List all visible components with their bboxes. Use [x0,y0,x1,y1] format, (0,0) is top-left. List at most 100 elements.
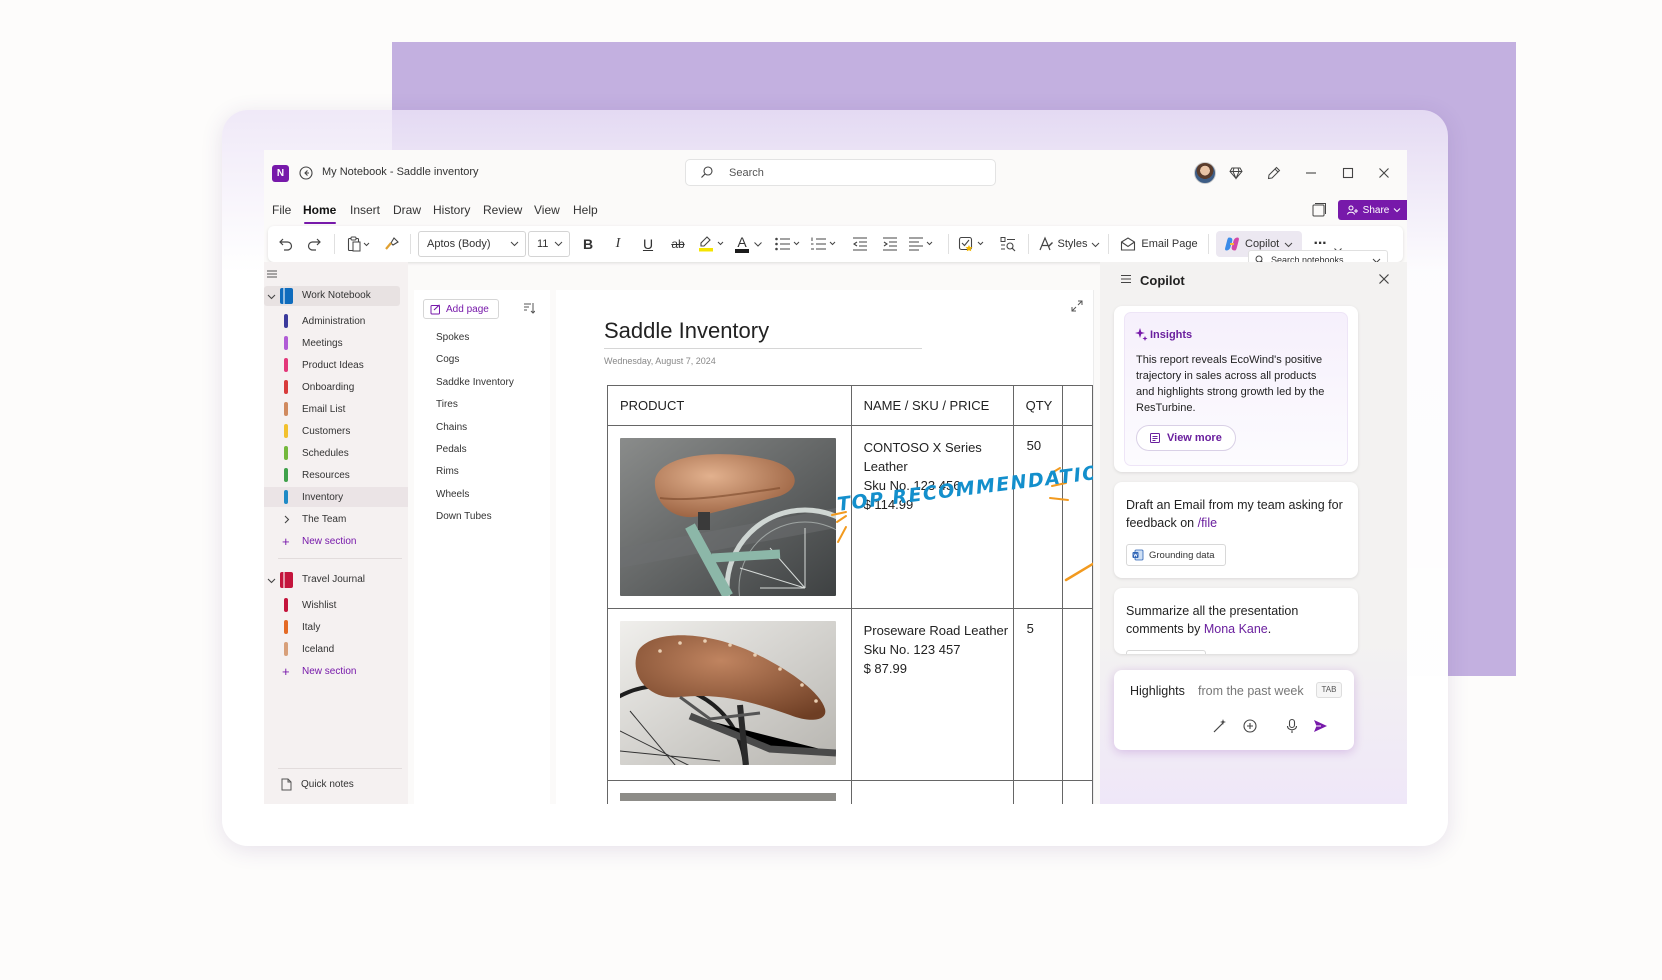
prompt-magic-icon[interactable] [1212,718,1228,734]
microphone-icon[interactable] [1284,718,1300,734]
add-circle-icon[interactable] [1242,718,1258,734]
section-customers[interactable]: Customers [264,421,408,441]
underline-button[interactable]: U [636,232,660,256]
menu-file[interactable]: File [272,203,291,217]
font-size-select[interactable]: 11 [528,231,570,257]
reference-chip[interactable] [1126,650,1206,654]
page-item-rims[interactable]: Rims [436,466,459,477]
page-list: Add page Spokes Cogs Saddke Inventory Ti… [414,290,550,804]
new-section-button[interactable]: + New section [264,661,408,681]
align-button[interactable] [906,232,940,256]
strikethrough-button[interactable]: ab [666,232,690,256]
menu-view[interactable]: View [534,203,560,217]
suggestion-card-email[interactable]: Draft an Email from my team asking for f… [1114,482,1358,578]
decrease-indent-button[interactable] [848,232,872,256]
sort-icon[interactable] [523,302,535,314]
tag-button[interactable] [956,232,990,256]
section-product-ideas[interactable]: Product Ideas [264,355,408,375]
highlight-button[interactable] [696,232,730,256]
send-icon[interactable] [1312,718,1328,734]
section-email-list[interactable]: Email List [264,399,408,419]
hamburger-menu-icon[interactable] [1120,274,1132,284]
user-avatar[interactable] [1194,162,1216,184]
font-size-value: 11 [537,238,549,250]
section-italy[interactable]: Italy [264,617,408,637]
menu-draw[interactable]: Draw [393,203,421,217]
pen-button[interactable] [1264,163,1284,183]
section-wishlist[interactable]: Wishlist [264,595,408,615]
close-icon[interactable] [1378,273,1390,285]
page-item-down-tubes[interactable]: Down Tubes [436,511,492,522]
menu-help[interactable]: Help [573,203,598,217]
notebook-travel-journal[interactable]: Travel Journal [264,570,400,590]
view-more-button[interactable]: View more [1136,425,1236,451]
premium-diamond-button[interactable] [1226,163,1246,183]
page-item-chains[interactable]: Chains [436,422,467,433]
hamburger-menu-icon[interactable] [266,268,278,280]
add-page-button[interactable]: Add page [423,299,499,319]
undo-button[interactable] [274,232,298,256]
page-notes-icon[interactable] [1311,202,1327,218]
chevron-down-icon [1393,208,1401,213]
highlighter-icon [699,236,724,252]
page-item-tires[interactable]: Tires [436,399,458,410]
font-name-select[interactable]: Aptos (Body) [418,231,526,257]
plus-icon: + [282,534,290,549]
menu-bar: File Home Insert Draw History Review Vie… [264,196,1407,226]
font-color-button[interactable]: A [732,232,766,256]
grounding-data-chip[interactable]: Grounding data [1126,544,1226,566]
copilot-header: Copilot [1100,262,1407,296]
section-meetings[interactable]: Meetings [264,333,408,353]
find-tags-button[interactable] [996,232,1020,256]
page-item-wheels[interactable]: Wheels [436,489,469,500]
page-canvas[interactable]: Saddle Inventory Wednesday, August 7, 20… [556,290,1094,804]
ribbon-separator [410,234,411,254]
page-item-spokes[interactable]: Spokes [436,332,469,343]
copilot-prompt-input[interactable]: Highlights from the past week TAB [1114,670,1354,750]
word-doc-icon [1132,549,1144,561]
page-item-cogs[interactable]: Cogs [436,354,459,365]
section-schedules[interactable]: Schedules [264,443,408,463]
notebook-work[interactable]: Work Notebook [264,286,400,306]
styles-button[interactable]: Styles [1036,232,1102,256]
close-window-button[interactable] [1374,163,1394,183]
bold-button[interactable]: B [576,232,600,256]
section-iceland[interactable]: Iceland [264,639,408,659]
menu-history[interactable]: History [433,203,470,217]
section-label: Meetings [302,338,343,349]
search-input[interactable]: Search [685,159,996,186]
menu-review[interactable]: Review [483,203,522,217]
page-item-saddle-inventory[interactable]: Saddke Inventory [436,377,514,388]
italic-button[interactable]: I [606,232,630,256]
section-onboarding[interactable]: Onboarding [264,377,408,397]
section-color-tab [284,598,288,612]
back-button[interactable] [296,163,316,183]
section-group-the-team[interactable]: The Team [264,509,408,529]
suggestion-card-summarize[interactable]: Summarize all the presentation comments … [1114,588,1358,654]
copilot-pane: Copilot Insights This report reveals Eco… [1100,262,1407,804]
bullets-button[interactable] [772,232,806,256]
share-button[interactable]: Share [1338,200,1407,220]
ribbon-separator [334,234,335,254]
page-item-pedals[interactable]: Pedals [436,444,467,455]
paste-button[interactable] [342,232,376,256]
section-administration[interactable]: Administration [264,311,408,331]
new-section-button[interactable]: + New section [264,531,408,551]
menu-home[interactable]: Home [303,203,336,217]
sparkle-icon [1135,328,1148,341]
numbering-button[interactable] [808,232,842,256]
section-resources[interactable]: Resources [264,465,408,485]
increase-indent-button[interactable] [878,232,902,256]
email-page-label: Email Page [1141,238,1198,250]
menu-insert[interactable]: Insert [350,203,380,217]
section-label: Inventory [302,492,344,503]
format-painter-button[interactable] [380,232,404,256]
email-page-button[interactable]: Email Page [1116,232,1202,256]
minimize-button[interactable] [1301,163,1321,183]
section-inventory[interactable]: Inventory [264,487,408,507]
quick-notes-button[interactable]: Quick notes [280,778,354,791]
maximize-button[interactable] [1338,163,1358,183]
redo-icon [307,238,321,251]
person-reference: Mona Kane [1203,622,1268,636]
redo-button[interactable] [302,232,326,256]
